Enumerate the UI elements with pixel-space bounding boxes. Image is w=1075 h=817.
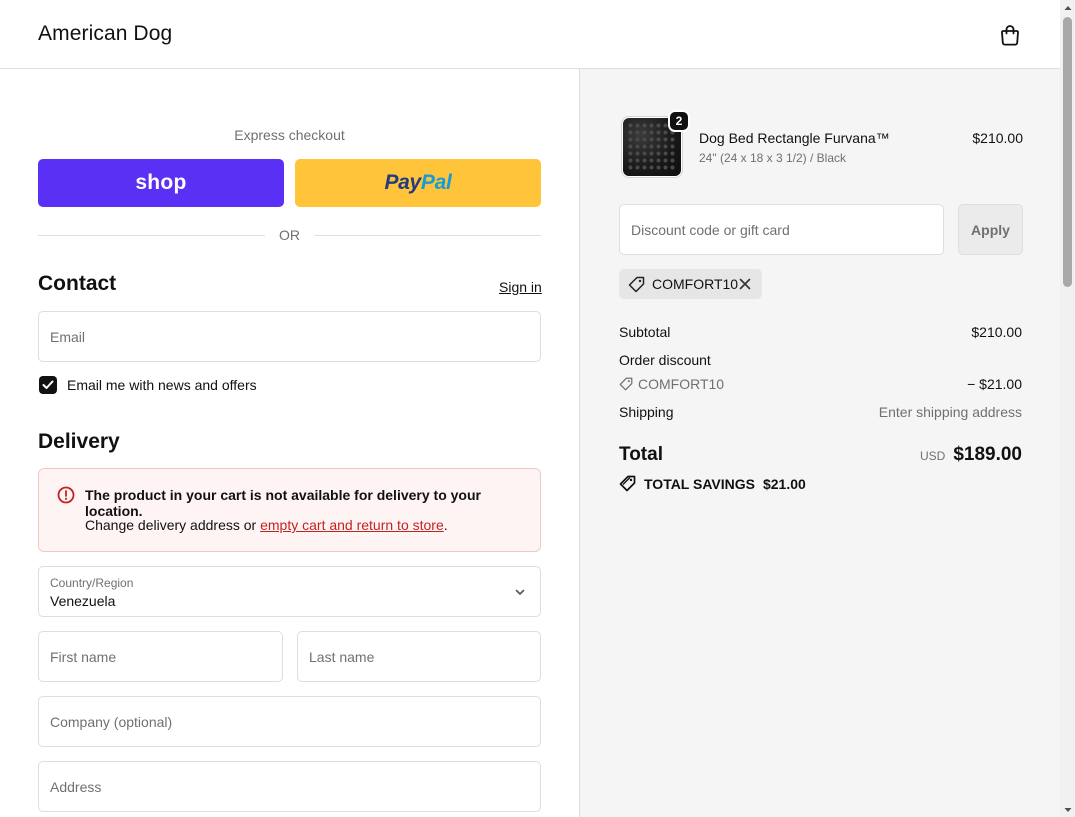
total-amount: USD $189.00 bbox=[920, 444, 1022, 466]
product-name: Dog Bed Rectangle Furvana™ bbox=[699, 130, 890, 146]
total-savings: TOTAL SAVINGS $21.00 bbox=[619, 475, 806, 492]
product-price: $210.00 bbox=[972, 130, 1023, 146]
alert-message: Change delivery address or empty cart an… bbox=[85, 517, 448, 533]
first-name-field[interactable] bbox=[38, 631, 283, 682]
paypal-button[interactable]: PayPal bbox=[295, 159, 541, 207]
checkmark-icon bbox=[42, 380, 54, 389]
address-input[interactable] bbox=[39, 762, 540, 811]
or-divider: OR bbox=[38, 227, 541, 243]
company-field[interactable] bbox=[38, 696, 541, 747]
scroll-up-arrow[interactable] bbox=[1060, 0, 1075, 15]
order-summary: 2 Dog Bed Rectangle Furvana™ 24" (24 x 1… bbox=[579, 69, 1060, 817]
discount-code-field[interactable] bbox=[619, 204, 944, 255]
or-label: OR bbox=[279, 227, 300, 243]
delivery-heading: Delivery bbox=[38, 430, 120, 453]
delivery-error-alert: The product in your cart is not availabl… bbox=[38, 468, 541, 552]
checkout-form: Express checkout shop PayPal OR Contact … bbox=[0, 69, 579, 817]
discount-code-row: COMFORT10 bbox=[619, 376, 724, 392]
email-input[interactable] bbox=[39, 312, 540, 361]
express-checkout-title: Express checkout bbox=[234, 127, 345, 143]
shipping-value: Enter shipping address bbox=[878, 404, 1022, 420]
page-scrollbar[interactable] bbox=[1060, 0, 1075, 817]
currency-code: USD bbox=[919, 449, 946, 463]
scroll-down-arrow[interactable] bbox=[1060, 802, 1075, 817]
shopping-bag-icon bbox=[1001, 25, 1019, 46]
contact-heading: Contact bbox=[38, 272, 117, 295]
savings-tag-icon bbox=[619, 475, 636, 492]
discount-code-input[interactable] bbox=[620, 205, 943, 254]
total-label: Total bbox=[619, 444, 663, 465]
shop-pay-button[interactable]: shop bbox=[38, 159, 284, 207]
scrollbar-thumb[interactable] bbox=[1063, 17, 1072, 287]
last-name-field[interactable] bbox=[297, 631, 541, 682]
discount-code-name: COMFORT10 bbox=[638, 376, 725, 392]
header: American Dog bbox=[0, 0, 1060, 69]
first-name-input[interactable] bbox=[39, 632, 282, 681]
paypal-logo: PayPal bbox=[384, 171, 452, 194]
email-field[interactable] bbox=[38, 311, 541, 362]
order-discount-label: Order discount bbox=[619, 352, 711, 368]
news-offers-option[interactable]: Email me with news and offers bbox=[39, 376, 257, 394]
savings-label: TOTAL SAVINGS bbox=[644, 475, 755, 492]
country-value: Venezuela bbox=[50, 593, 116, 609]
remove-code-icon[interactable] bbox=[738, 277, 752, 291]
product-variant: 24" (24 x 18 x 3 1/2) / Black bbox=[699, 151, 846, 165]
quantity-badge: 2 bbox=[668, 110, 690, 132]
subtotal-label: Subtotal bbox=[619, 324, 671, 340]
sign-in-link[interactable]: Sign in bbox=[499, 279, 542, 295]
discount-value: − $21.00 bbox=[967, 376, 1022, 392]
total-value: $189.00 bbox=[953, 444, 1022, 465]
country-select[interactable]: Country/Region Venezuela bbox=[38, 566, 541, 617]
applied-discount-tag: COMFORT10 bbox=[619, 269, 762, 299]
company-input[interactable] bbox=[39, 697, 540, 746]
savings-value: $21.00 bbox=[762, 475, 806, 492]
applied-code-label: COMFORT10 bbox=[652, 276, 739, 292]
country-label: Country/Region bbox=[50, 576, 134, 590]
tag-icon bbox=[628, 276, 645, 292]
brand-name[interactable]: American Dog bbox=[38, 22, 172, 46]
apply-button[interactable]: Apply bbox=[958, 204, 1023, 255]
tag-icon bbox=[619, 377, 633, 391]
address-field[interactable] bbox=[38, 761, 541, 812]
alert-title: The product in your cart is not availabl… bbox=[85, 487, 481, 519]
news-offers-checkbox[interactable] bbox=[39, 376, 57, 394]
cart-button[interactable] bbox=[996, 20, 1024, 50]
subtotal-value: $210.00 bbox=[971, 324, 1022, 340]
shop-pay-logo: shop bbox=[135, 171, 187, 194]
news-offers-label: Email me with news and offers bbox=[67, 377, 257, 393]
chevron-down-icon bbox=[515, 589, 525, 595]
empty-cart-link[interactable]: empty cart and return to store bbox=[260, 517, 444, 533]
last-name-input[interactable] bbox=[298, 632, 540, 681]
shipping-label: Shipping bbox=[619, 404, 674, 420]
error-circle-icon bbox=[57, 486, 75, 504]
